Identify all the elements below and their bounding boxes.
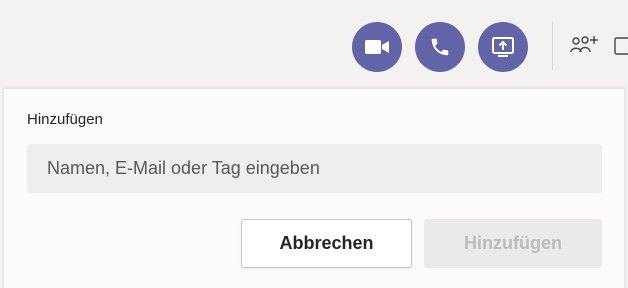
add-button[interactable]: Hinzufügen	[424, 219, 602, 268]
video-call-button[interactable]	[352, 22, 402, 72]
audio-call-button[interactable]	[415, 22, 465, 72]
share-screen-button[interactable]	[478, 22, 528, 72]
add-people-button[interactable]	[568, 32, 602, 60]
panel-title: Hinzufügen	[27, 111, 103, 128]
call-header	[0, 0, 628, 86]
search-input[interactable]	[27, 144, 602, 193]
phone-icon	[431, 38, 449, 56]
share-screen-icon	[492, 37, 514, 57]
toolbar-divider	[552, 22, 553, 70]
add-people-icon	[570, 36, 598, 53]
window-icon[interactable]	[614, 36, 628, 56]
video-camera-icon	[365, 40, 389, 54]
cancel-button[interactable]: Abbrechen	[241, 219, 412, 268]
add-people-panel: Hinzufügen Abbrechen Hinzufügen	[3, 88, 625, 288]
